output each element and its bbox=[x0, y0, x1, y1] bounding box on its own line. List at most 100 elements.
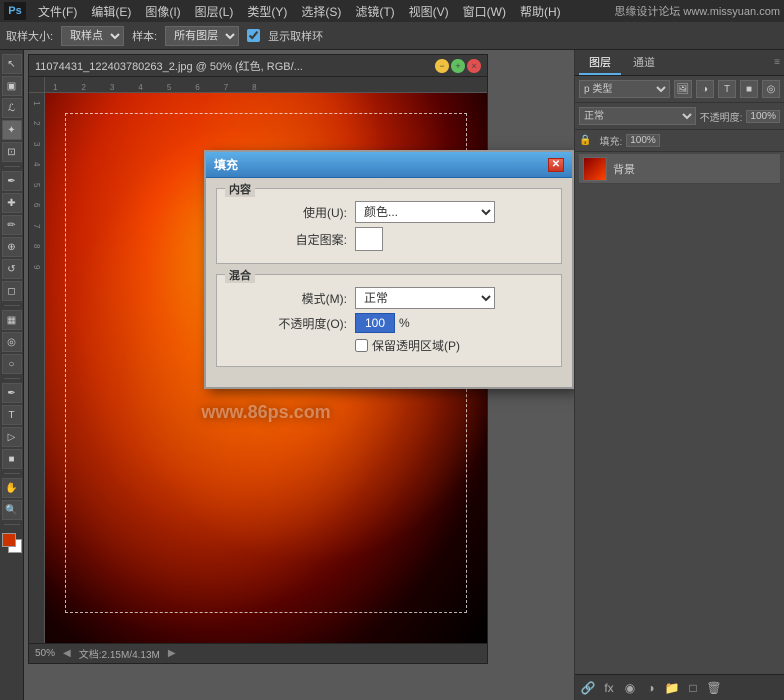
fill-dialog-close-button[interactable]: ✕ bbox=[548, 158, 564, 172]
status-prev-btn[interactable]: ◀ bbox=[63, 648, 71, 659]
ps-logo: Ps bbox=[4, 2, 26, 20]
sample-size-select[interactable]: 取样点 bbox=[61, 26, 124, 46]
custom-pattern-label: 自定图案: bbox=[227, 231, 347, 248]
menu-image[interactable]: 图像(I) bbox=[139, 1, 186, 22]
tool-magic-wand[interactable]: ✦ bbox=[2, 120, 22, 140]
tool-history-brush[interactable]: ↺ bbox=[2, 259, 22, 279]
tool-eyedropper[interactable]: ✒ bbox=[2, 171, 22, 191]
tab-channels[interactable]: 通道 bbox=[623, 51, 665, 75]
layer-item[interactable]: 背景 bbox=[579, 154, 780, 184]
tool-path-select[interactable]: ▷ bbox=[2, 427, 22, 447]
use-select[interactable]: 颜色... bbox=[355, 201, 495, 223]
mode-select[interactable]: 正常 bbox=[355, 287, 495, 309]
custom-pattern-preview[interactable] bbox=[355, 227, 383, 251]
add-mask-button[interactable]: ◉ bbox=[621, 679, 639, 697]
tool-hand[interactable]: ✋ bbox=[2, 478, 22, 498]
main-area: ↖ ▣ ℒ ✦ ⊡ ✒ ✚ ✏ ⊕ ↺ ◻ ▦ ◎ ○ ✒ T ▷ ■ ✋ 🔍 bbox=[0, 50, 784, 700]
layer-thumbnail bbox=[583, 157, 607, 181]
menu-help[interactable]: 帮助(H) bbox=[514, 1, 567, 22]
preserve-row: 保留透明区域(P) bbox=[227, 337, 551, 354]
tool-brush[interactable]: ✏ bbox=[2, 215, 22, 235]
tool-move[interactable]: ↖ bbox=[2, 54, 22, 74]
menu-edit[interactable]: 编辑(E) bbox=[85, 1, 137, 22]
toolbar-separator-1 bbox=[4, 166, 20, 167]
tool-dodge[interactable]: ○ bbox=[2, 354, 22, 374]
opacity-input[interactable] bbox=[355, 313, 395, 333]
toolbar-separator-2 bbox=[4, 305, 20, 306]
panel-fill-value: 100% bbox=[626, 134, 660, 147]
tool-gradient[interactable]: ▦ bbox=[2, 310, 22, 330]
color-swatches[interactable] bbox=[2, 533, 22, 553]
tool-shape[interactable]: ■ bbox=[2, 449, 22, 469]
panel-icon-text[interactable]: T bbox=[718, 80, 736, 98]
adjustment-button[interactable]: ◑ bbox=[642, 679, 660, 697]
fill-dialog: 填充 ✕ 确定 取消 内容 使用(U): 颜色... bbox=[204, 150, 574, 389]
menu-type[interactable]: 类型(Y) bbox=[241, 1, 293, 22]
tool-blur[interactable]: ◎ bbox=[2, 332, 22, 352]
tool-clone[interactable]: ⊕ bbox=[2, 237, 22, 257]
panel-search-bar: p 类型 🖼 ◑ T ■ ◎ bbox=[575, 76, 784, 103]
panel-opacity-value: 100% bbox=[746, 110, 780, 123]
fx-button[interactable]: fx bbox=[600, 679, 618, 697]
tool-text[interactable]: T bbox=[2, 405, 22, 425]
show-ring-label: 显示取样环 bbox=[268, 28, 323, 44]
panel-icon-image[interactable]: 🖼 bbox=[674, 80, 692, 98]
window-maximize-button[interactable]: + bbox=[451, 59, 465, 73]
fill-dialog-body: 确定 取消 内容 使用(U): 颜色... 自定图案: bbox=[206, 178, 572, 387]
preserve-transparency-checkbox[interactable] bbox=[355, 339, 368, 352]
document-info: 文档:2.15M/4.13M bbox=[79, 646, 160, 661]
menu-view[interactable]: 视图(V) bbox=[403, 1, 455, 22]
panel-options-button[interactable]: ≡ bbox=[774, 57, 780, 68]
search-type-select[interactable]: p 类型 bbox=[579, 80, 670, 98]
tool-eraser[interactable]: ◻ bbox=[2, 281, 22, 301]
tool-marquee-rect[interactable]: ▣ bbox=[2, 76, 22, 96]
menu-layer[interactable]: 图层(L) bbox=[189, 1, 240, 22]
delete-layer-button[interactable]: 🗑 bbox=[705, 679, 723, 697]
menu-window[interactable]: 窗口(W) bbox=[457, 1, 512, 22]
fill-dialog-titlebar: 填充 ✕ bbox=[206, 152, 572, 178]
panel-icon-shape[interactable]: ■ bbox=[740, 80, 758, 98]
new-layer-button[interactable]: □ bbox=[684, 679, 702, 697]
sample-size-label: 取样大小: bbox=[6, 28, 53, 44]
window-close-button[interactable]: × bbox=[467, 59, 481, 73]
panel-blend-row: 正常 不透明度: 100% bbox=[575, 103, 784, 130]
panel-icon-smart[interactable]: ◎ bbox=[762, 80, 780, 98]
status-next-btn[interactable]: ▶ bbox=[168, 648, 176, 659]
tool-lasso[interactable]: ℒ bbox=[2, 98, 22, 118]
blend-mode-select[interactable]: 正常 bbox=[579, 107, 696, 125]
left-toolbar: ↖ ▣ ℒ ✦ ⊡ ✒ ✚ ✏ ⊕ ↺ ◻ ▦ ◎ ○ ✒ T ▷ ■ ✋ 🔍 bbox=[0, 50, 24, 700]
mode-row: 模式(M): 正常 bbox=[227, 287, 551, 309]
window-minimize-button[interactable]: − bbox=[435, 59, 449, 73]
mode-label: 模式(M): bbox=[227, 290, 347, 307]
link-layers-button[interactable]: 🔗 bbox=[579, 679, 597, 697]
document-titlebar: 11074431_122403780263_2.jpg @ 50% (红色, R… bbox=[29, 55, 487, 77]
canvas-area: 11074431_122403780263_2.jpg @ 50% (红色, R… bbox=[24, 50, 574, 700]
menu-filter[interactable]: 滤镜(T) bbox=[349, 1, 400, 22]
group-button[interactable]: 📁 bbox=[663, 679, 681, 697]
foreground-color-swatch[interactable] bbox=[2, 533, 16, 547]
content-section-title: 内容 bbox=[225, 181, 255, 197]
blend-section-title: 混合 bbox=[225, 267, 255, 283]
tool-pen[interactable]: ✒ bbox=[2, 383, 22, 403]
menu-select[interactable]: 选择(S) bbox=[295, 1, 347, 22]
sample-label: 样本: bbox=[132, 28, 157, 44]
use-label: 使用(U): bbox=[227, 204, 347, 221]
document-title: 11074431_122403780263_2.jpg @ 50% (红色, R… bbox=[35, 58, 433, 74]
ruler-corner bbox=[29, 77, 45, 93]
layers-list: 背景 bbox=[575, 152, 784, 674]
fill-dialog-title: 填充 bbox=[214, 156, 548, 173]
menu-file[interactable]: 文件(F) bbox=[32, 1, 83, 22]
opacity-label: 不透明度(O): bbox=[227, 315, 347, 332]
sample-select[interactable]: 所有图层 bbox=[165, 26, 239, 46]
tool-healing[interactable]: ✚ bbox=[2, 193, 22, 213]
tool-crop[interactable]: ⊡ bbox=[2, 142, 22, 162]
show-ring-checkbox[interactable] bbox=[247, 29, 260, 42]
panel-icon-adjust[interactable]: ◑ bbox=[696, 80, 714, 98]
ruler-vertical: 1 2 3 4 5 6 7 8 9 bbox=[29, 93, 45, 643]
panel-bottom-toolbar: 🔗 fx ◉ ◑ 📁 □ 🗑 bbox=[575, 674, 784, 700]
tab-layers[interactable]: 图层 bbox=[579, 51, 621, 75]
preserve-transparency-row: 保留透明区域(P) bbox=[355, 337, 460, 354]
tool-zoom[interactable]: 🔍 bbox=[2, 500, 22, 520]
preserve-transparency-label: 保留透明区域(P) bbox=[372, 337, 460, 354]
menu-bar: Ps 文件(F) 编辑(E) 图像(I) 图层(L) 类型(Y) 选择(S) 滤… bbox=[0, 0, 784, 22]
